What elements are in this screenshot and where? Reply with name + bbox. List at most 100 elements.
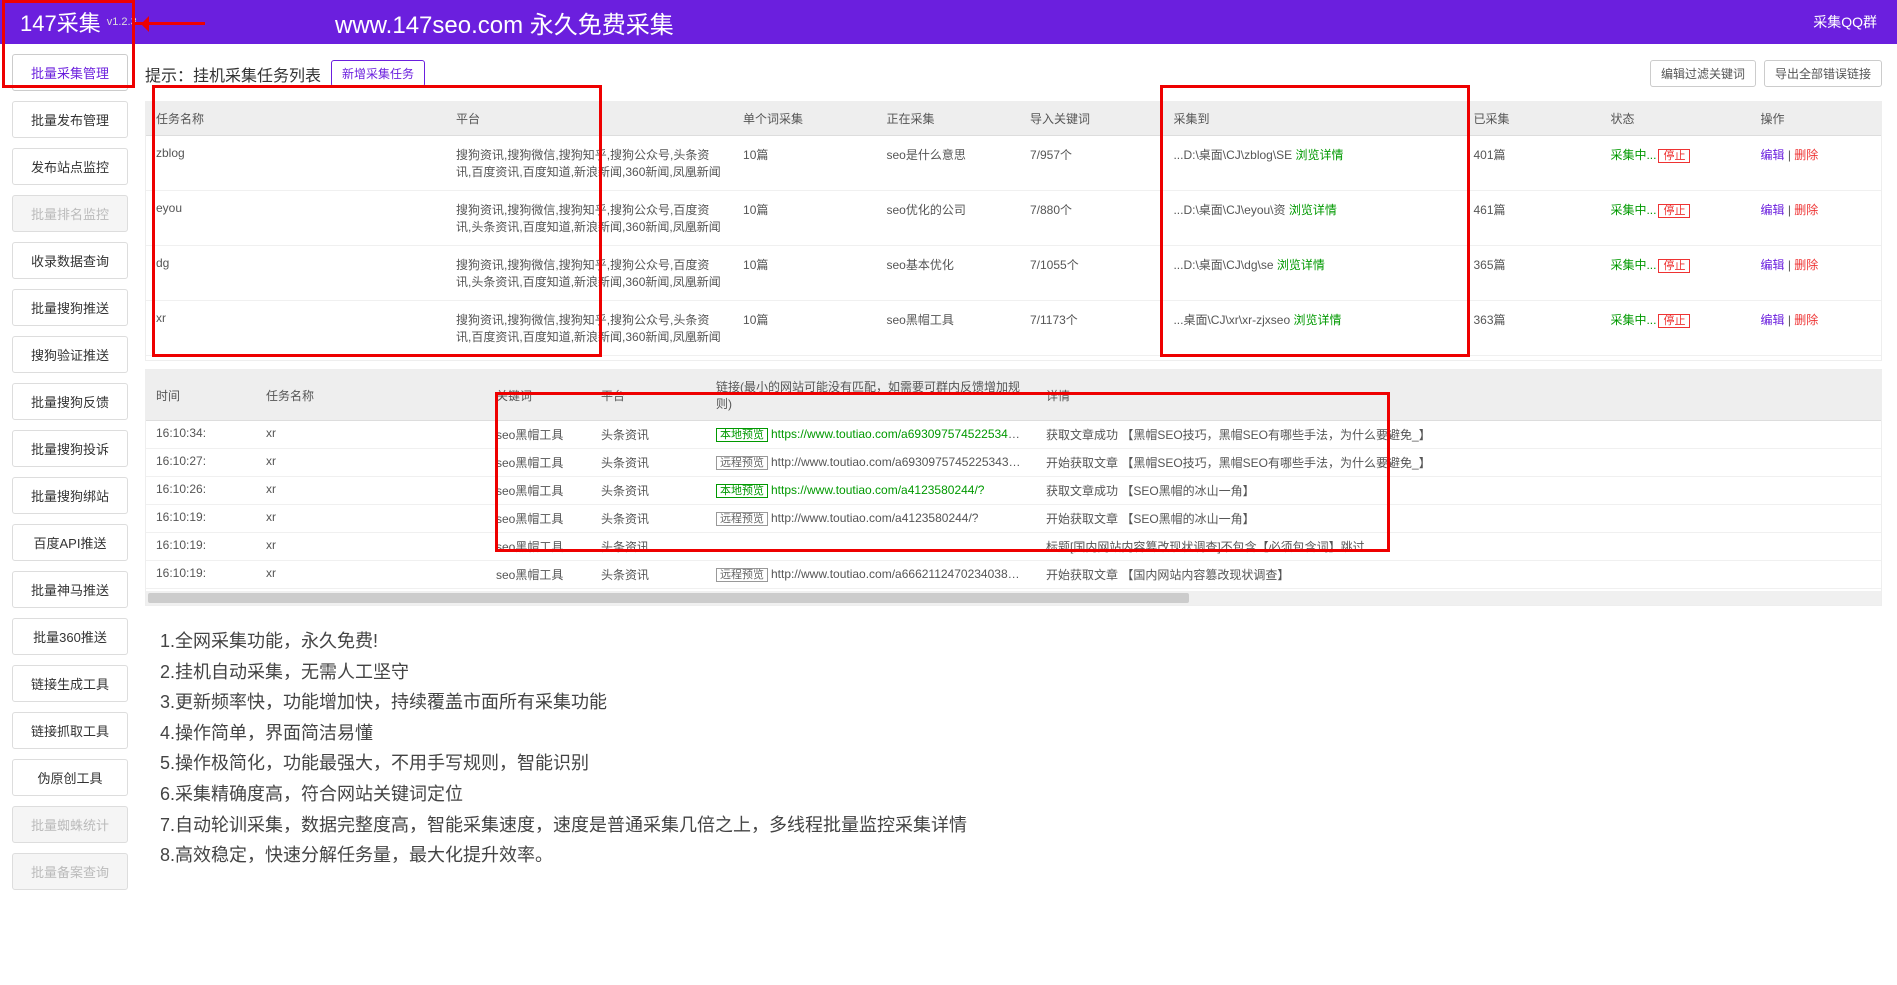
toolbar-title: 提示：挂机采集任务列表 — [145, 62, 321, 86]
sidebar-item-13[interactable]: 链接生成工具 — [12, 665, 128, 702]
cell-to: ...D:\桌面\CJ\eyou\资 浏览详情 — [1163, 191, 1463, 246]
status-running: 采集中... — [1610, 258, 1656, 272]
cell-keyword: seo黑帽工具 — [486, 449, 591, 477]
stop-button[interactable]: 停止 — [1658, 259, 1690, 273]
browse-link[interactable]: 浏览详情 — [1296, 148, 1344, 162]
task-row: Wordpress搜狗微信,搜狗知乎,搜狗公众号,头条资讯,百度资讯,百度知道1… — [146, 356, 1881, 362]
local-preview-badge[interactable]: 本地预览 — [716, 484, 768, 498]
delete-link[interactable]: 删除 — [1794, 313, 1818, 327]
filter-keywords-button[interactable]: 编辑过滤关键词 — [1650, 60, 1756, 87]
sidebar-item-12[interactable]: 批量360推送 — [12, 618, 128, 655]
th-log-name: 任务名称 — [256, 370, 486, 421]
cell-ops: 编辑 | 删除 — [1750, 246, 1881, 301]
cell-done: 401篇 — [1464, 136, 1601, 191]
cell-log-platform: 头条资讯 — [591, 505, 706, 533]
th-name: 任务名称 — [146, 102, 446, 136]
browse-link[interactable]: 浏览详情 — [1293, 313, 1341, 327]
stop-button[interactable]: 停止 — [1658, 204, 1690, 218]
th-status: 状态 — [1600, 102, 1750, 136]
cell-link: 本地预览https://www.toutiao.com/a4123580244/… — [706, 477, 1036, 505]
th-log-platform: 平台 — [591, 370, 706, 421]
link-url[interactable]: http://www.toutiao.com/a6930975745225343… — [771, 455, 1036, 469]
cell-platform: 搜狗资讯,搜狗微信,搜狗知乎,搜狗公众号,百度资讯,头条资讯,百度知道,新浪新闻… — [446, 246, 733, 301]
footer-text: 1.全网采集功能，永久免费!2.挂机自动采集，无需人工坚守3.更新频率快，功能增… — [145, 626, 1882, 871]
browse-link[interactable]: 浏览详情 — [1277, 258, 1325, 272]
log-row: 16:10:27:xrseo黑帽工具头条资讯远程预览http://www.tou… — [146, 449, 1881, 477]
sidebar-item-0[interactable]: 批量采集管理 — [12, 54, 128, 91]
sidebar-item-11[interactable]: 批量神马推送 — [12, 571, 128, 608]
footer-line: 1.全网采集功能，永久免费! — [160, 626, 1882, 657]
cell-status: 采集中...停止 — [1600, 191, 1750, 246]
app-logo: 147采集 — [20, 6, 101, 38]
link-url[interactable]: http://www.toutiao.com/a4123580244/? — [771, 511, 978, 525]
sidebar-item-6[interactable]: 搜狗验证推送 — [12, 336, 128, 373]
cell-single: 10篇 — [733, 356, 876, 362]
sidebar-item-4[interactable]: 收录数据查询 — [12, 242, 128, 279]
sidebar-item-14[interactable]: 链接抓取工具 — [12, 712, 128, 749]
sidebar-item-1[interactable]: 批量发布管理 — [12, 101, 128, 138]
log-table: 时间 任务名称 关键词 平台 链接(最小的网站可能没有匹配，如需要可群内反馈增加… — [146, 370, 1881, 589]
cell-ing: seo基本优化 — [877, 246, 1020, 301]
cell-detail: 获取文章成功 【SEO黑帽的冰山一角】 — [1036, 477, 1881, 505]
cell-ing: seo黑帽工具 — [877, 301, 1020, 356]
cell-log-platform: 头条资讯 — [591, 533, 706, 561]
sidebar-item-7[interactable]: 批量搜狗反馈 — [12, 383, 128, 420]
sidebar-item-5[interactable]: 批量搜狗推送 — [12, 289, 128, 326]
cell-keyword: seo黑帽工具 — [486, 477, 591, 505]
qq-group-link[interactable]: 采集QQ群 — [1813, 12, 1877, 32]
cell-log-name: xr — [256, 533, 486, 561]
browse-link[interactable]: 浏览详情 — [1289, 203, 1337, 217]
footer-line: 6.采集精确度高，符合网站关键词定位 — [160, 779, 1882, 810]
sidebar-item-9[interactable]: 批量搜狗绑站 — [12, 477, 128, 514]
cell-link: 远程预览http://www.toutiao.com/a693097574522… — [706, 449, 1036, 477]
sidebar-item-10[interactable]: 百度API推送 — [12, 524, 128, 561]
cell-link: 本地预览https://www.toutiao.com/a69309757452… — [706, 421, 1036, 449]
edit-link[interactable]: 编辑 — [1760, 258, 1784, 272]
sidebar-item-17: 批量备案查询 — [12, 853, 128, 890]
remote-preview-badge[interactable]: 远程预览 — [716, 512, 768, 526]
horizontal-scrollbar[interactable] — [146, 591, 1881, 605]
cell-time: 16:10:26: — [146, 477, 256, 505]
sidebar-item-2[interactable]: 发布站点监控 — [12, 148, 128, 185]
cell-ops: 编辑 | 删除 — [1750, 301, 1881, 356]
cell-to: ...D:\桌面\CJ\dg\se 浏览详情 — [1163, 246, 1463, 301]
log-row: 16:10:26:xrseo黑帽工具头条资讯本地预览https://www.to… — [146, 477, 1881, 505]
cell-ing: seo是什么意思 — [877, 136, 1020, 191]
cell-to: ...D:\桌面\CJ\xx 浏览详情 — [1163, 356, 1463, 362]
edit-link[interactable]: 编辑 — [1760, 313, 1784, 327]
cell-single: 10篇 — [733, 301, 876, 356]
cell-detail: 标题[国内网站内容篡改现状调查]不包含【必须包含词】跳过 — [1036, 533, 1881, 561]
th-time: 时间 — [146, 370, 256, 421]
local-preview-badge[interactable]: 本地预览 — [716, 428, 768, 442]
remote-preview-badge[interactable]: 远程预览 — [716, 568, 768, 582]
cell-log-platform: 头条资讯 — [591, 421, 706, 449]
link-url[interactable]: https://www.toutiao.com/a4123580244/? — [771, 483, 984, 497]
delete-link[interactable]: 删除 — [1794, 203, 1818, 217]
page-title: www.147seo.com 永久免费采集 — [335, 5, 674, 40]
footer-line: 8.高效稳定，快速分解任务量，最大化提升效率。 — [160, 840, 1882, 871]
stop-button[interactable]: 停止 — [1658, 149, 1690, 163]
cell-link: 远程预览http://www.toutiao.com/a4123580244/? — [706, 505, 1036, 533]
cell-import: 0/1129个 — [1020, 356, 1163, 362]
edit-link[interactable]: 编辑 — [1760, 203, 1784, 217]
delete-link[interactable]: 删除 — [1794, 258, 1818, 272]
toolbar: 提示：挂机采集任务列表 新增采集任务 编辑过滤关键词 导出全部错误链接 — [145, 54, 1882, 93]
remote-preview-badge[interactable]: 远程预览 — [716, 456, 768, 470]
link-url[interactable]: http://www.toutiao.com/a6662112470234038… — [771, 567, 1036, 581]
edit-link[interactable]: 编辑 — [1760, 148, 1784, 162]
cell-import: 7/1173个 — [1020, 301, 1163, 356]
export-errors-button[interactable]: 导出全部错误链接 — [1764, 60, 1882, 87]
sidebar-item-15[interactable]: 伪原创工具 — [12, 759, 128, 796]
cell-detail: 开始获取文章 【SEO黑帽的冰山一角】 — [1036, 505, 1881, 533]
cell-single: 10篇 — [733, 136, 876, 191]
th-single: 单个词采集 — [733, 102, 876, 136]
link-url[interactable]: https://www.toutiao.com/a693097574522534… — [771, 427, 1036, 441]
cell-time: 16:10:27: — [146, 449, 256, 477]
new-task-button[interactable]: 新增采集任务 — [331, 60, 425, 87]
stop-button[interactable]: 停止 — [1658, 314, 1690, 328]
sidebar-item-8[interactable]: 批量搜狗投诉 — [12, 430, 128, 467]
delete-link[interactable]: 删除 — [1794, 148, 1818, 162]
cell-import: 7/957个 — [1020, 136, 1163, 191]
footer-line: 7.自动轮训采集，数据完整度高，智能采集速度，速度是普通采集几倍之上，多线程批量… — [160, 810, 1882, 841]
cell-time: 16:10:19: — [146, 561, 256, 589]
